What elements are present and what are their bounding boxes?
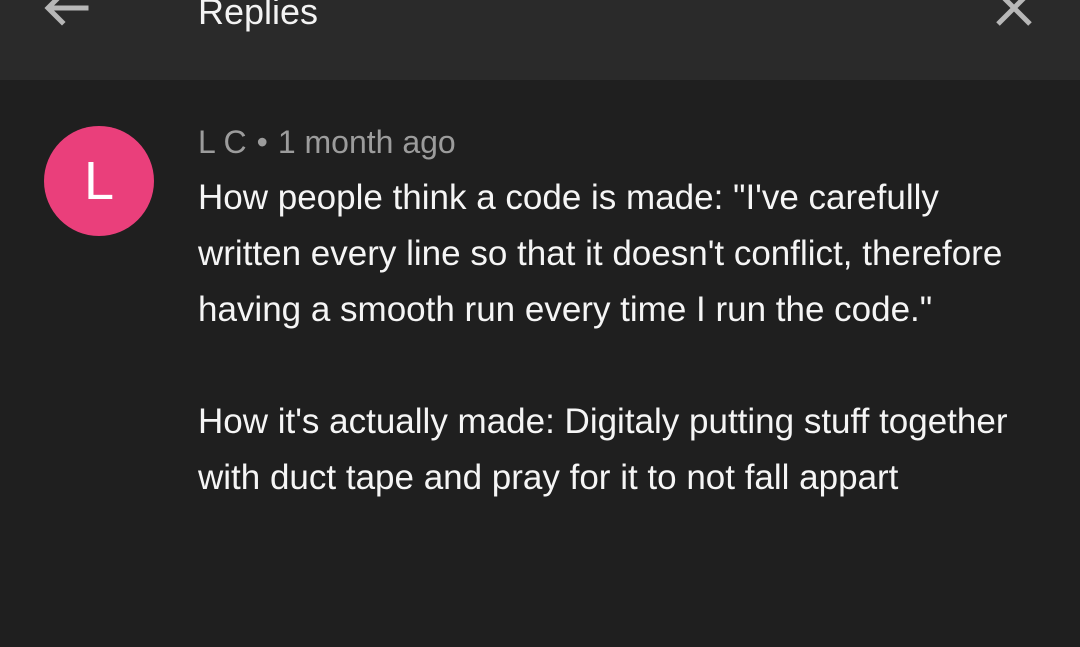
page-title: Replies — [198, 0, 319, 32]
comment-timestamp: 1 month ago — [277, 124, 456, 160]
comment-paragraph-2: How it's actually made: Digitaly putting… — [198, 402, 1008, 497]
close-icon[interactable] — [994, 0, 1034, 28]
author-name[interactable]: L C — [198, 124, 247, 160]
comment: L L C • 1 month ago How people think a cod… — [0, 80, 1080, 647]
comment-meta: L C • 1 month ago — [198, 122, 456, 162]
arrow-left-icon[interactable] — [40, 0, 92, 38]
meta-separator: • — [256, 124, 268, 160]
comment-body: How people think a code is made: "I've c… — [198, 170, 1048, 506]
comment-paragraph-1: How people think a code is made: "I've c… — [198, 178, 1003, 329]
replies-header: Replies — [0, 0, 1080, 80]
avatar[interactable]: L — [44, 126, 154, 236]
